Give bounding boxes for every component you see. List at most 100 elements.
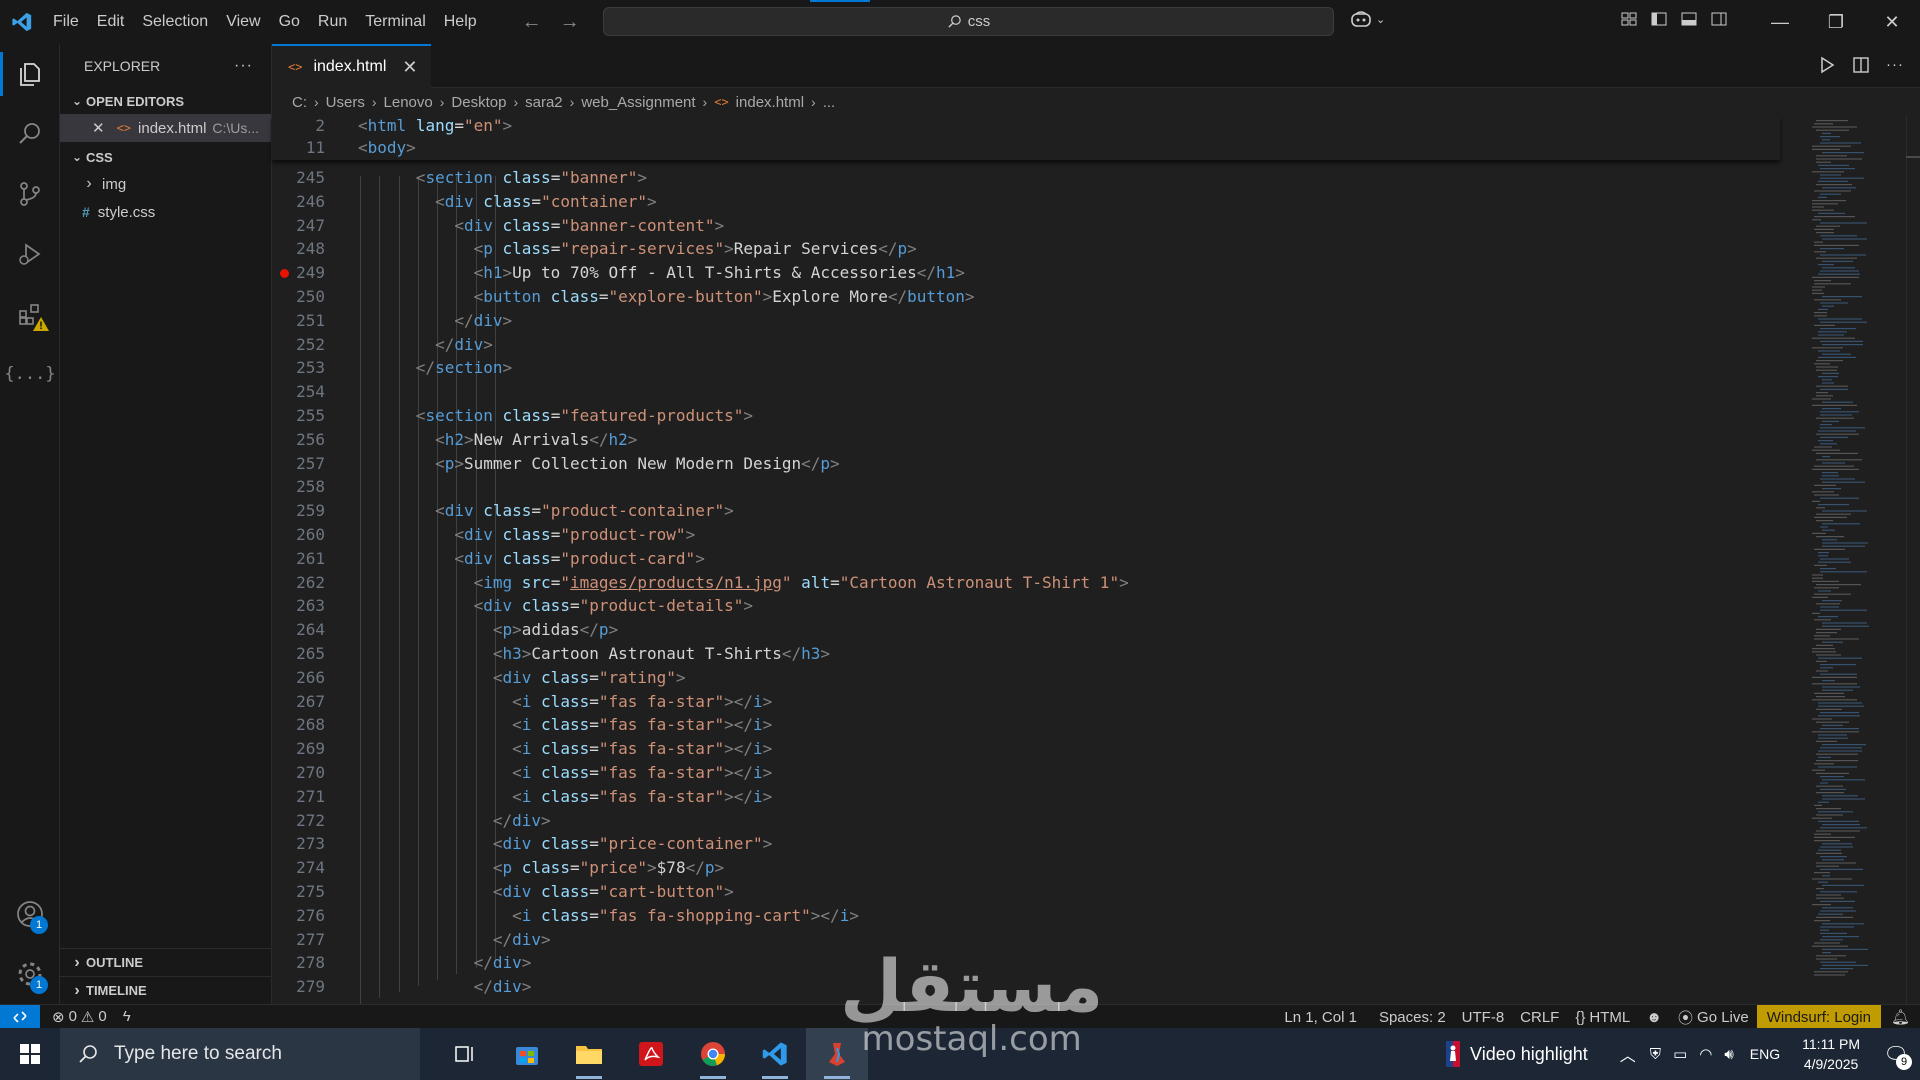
code-line[interactable]: 268 <i class="fas fa-star"></i>: [272, 713, 1780, 737]
minimap[interactable]: [1810, 116, 1902, 1004]
extensions-activity[interactable]: [0, 284, 60, 344]
code-line[interactable]: 266 <div class="rating">: [272, 666, 1780, 690]
language-mode[interactable]: {} HTML: [1567, 1005, 1638, 1029]
battery-icon[interactable]: ▭: [1667, 1045, 1693, 1063]
wifi-icon[interactable]: ◠: [1693, 1045, 1718, 1063]
code-line[interactable]: 247 <div class="banner-content">: [272, 214, 1780, 238]
close-icon[interactable]: ✕: [92, 119, 105, 137]
code-line[interactable]: 267 <i class="fas fa-star"></i>: [272, 690, 1780, 714]
json-activity[interactable]: {...}: [0, 344, 60, 404]
breadcrumb-item[interactable]: C:: [292, 94, 307, 111]
task-view-button[interactable]: [434, 1028, 496, 1080]
code-line[interactable]: 258: [272, 475, 1780, 499]
code-line[interactable]: 270 <i class="fas fa-star"></i>: [272, 761, 1780, 785]
code-line[interactable]: 263 <div class="product-details">: [272, 594, 1780, 618]
tree-item-img-folder[interactable]: › img: [60, 170, 271, 198]
more-actions-icon[interactable]: ···: [234, 57, 253, 75]
code-line[interactable]: 254: [272, 380, 1780, 404]
breadcrumb-item[interactable]: index.html: [736, 94, 804, 111]
close-tab-icon[interactable]: ✕: [402, 57, 417, 78]
menu-item-go[interactable]: Go: [270, 6, 309, 38]
code-line[interactable]: 276 <i class="fas fa-shopping-cart"></i>: [272, 904, 1780, 928]
code-line[interactable]: 255 <section class="featured-products">: [272, 404, 1780, 428]
indentation[interactable]: Spaces: 2: [1371, 1005, 1454, 1029]
code-line[interactable]: 259 <div class="product-container">: [272, 499, 1780, 523]
code-line[interactable]: 272 </div>: [272, 809, 1780, 833]
notification-center-button[interactable]: 🗨︎ 9: [1872, 1028, 1920, 1080]
vertical-scrollbar[interactable]: [1906, 116, 1920, 1004]
start-button[interactable]: [0, 1028, 60, 1080]
code-line[interactable]: 252 </div>: [272, 333, 1780, 357]
code-line[interactable]: 271 <i class="fas fa-star"></i>: [272, 785, 1780, 809]
sticky-scroll-line[interactable]: 2 <html lang="en">: [272, 114, 1780, 138]
code-line[interactable]: 245 <section class="banner">: [272, 166, 1780, 190]
code-line[interactable]: 246 <div class="container">: [272, 190, 1780, 214]
line-ending[interactable]: CRLF: [1512, 1005, 1567, 1029]
open-editors-section[interactable]: ⌄ OPEN EDITORS: [60, 88, 271, 114]
command-center-search[interactable]: css: [603, 7, 1334, 36]
forward-arrow-icon[interactable]: →: [560, 11, 580, 34]
breadcrumb-item[interactable]: Desktop: [451, 94, 506, 111]
go-live-button[interactable]: ⦿ Go Live: [1670, 1005, 1757, 1029]
taskbar-search[interactable]: Type here to search: [60, 1028, 420, 1080]
code-line[interactable]: 264 <p>adidas</p>: [272, 618, 1780, 642]
code-line[interactable]: 273 <div class="price-container">: [272, 832, 1780, 856]
clock[interactable]: 11:11 PM 4/9/2025: [1790, 1034, 1872, 1074]
cursor-position[interactable]: Ln 1, Col 1: [1276, 1005, 1365, 1029]
menu-item-help[interactable]: Help: [435, 6, 486, 38]
toggle-primary-sidebar-icon[interactable]: [1650, 10, 1668, 28]
explorer-activity[interactable]: [0, 44, 60, 104]
encoding[interactable]: UTF-8: [1454, 1005, 1513, 1029]
source-control-activity[interactable]: [0, 164, 60, 224]
menu-item-selection[interactable]: Selection: [133, 6, 217, 38]
remote-indicator[interactable]: [0, 1004, 40, 1029]
chevron-up-icon[interactable]: ︿: [1612, 1042, 1644, 1066]
split-editor-icon[interactable]: [1852, 56, 1870, 74]
code-line[interactable]: 265 <h3>Cartoon Astronaut T-Shirts</h3>: [272, 642, 1780, 666]
acrobat-app[interactable]: [620, 1028, 682, 1080]
outline-section[interactable]: › OUTLINE: [60, 948, 272, 976]
tab-index-html[interactable]: <> index.html ✕: [272, 44, 432, 88]
menu-item-edit[interactable]: Edit: [88, 6, 134, 38]
code-line[interactable]: 250 <button class="explore-button">Explo…: [272, 285, 1780, 309]
code-line[interactable]: 261 <div class="product-card">: [272, 547, 1780, 571]
breadcrumb-item[interactable]: sara2: [525, 94, 563, 111]
notifications-bell[interactable]: 🔔︎: [1881, 1005, 1920, 1029]
run-debug-activity[interactable]: [0, 224, 60, 284]
copilot-status[interactable]: ☻: [1638, 1005, 1670, 1029]
open-editor-item[interactable]: ✕ <> index.html C:\Us...: [60, 114, 271, 142]
chrome-app[interactable]: [682, 1028, 744, 1080]
windsurf-login-button[interactable]: Windsurf: Login: [1756, 1005, 1881, 1029]
folder-section[interactable]: ⌄ CSS: [60, 144, 271, 170]
volume-icon[interactable]: 🔊︎: [1718, 1046, 1739, 1063]
code-line[interactable]: 269 <i class="fas fa-star"></i>: [272, 737, 1780, 761]
copilot-button[interactable]: ⌄: [1350, 10, 1385, 28]
language-indicator[interactable]: ENG: [1740, 1046, 1790, 1062]
scrollbar-thumb[interactable]: [1906, 156, 1920, 158]
manage-activity[interactable]: 1: [0, 944, 60, 1004]
menu-item-terminal[interactable]: Terminal: [356, 6, 434, 38]
code-editor[interactable]: 2 <html lang="en"> 11 <body> 245 <section cl…: [272, 116, 1902, 1004]
video-highlight-widget[interactable]: Video highlight: [1438, 1041, 1612, 1067]
file-explorer-app[interactable]: [558, 1028, 620, 1080]
search-activity[interactable]: [0, 104, 60, 164]
code-line[interactable]: 249 <h1>Up to 70% Off - All T-Shirts & A…: [272, 261, 1780, 285]
code-line[interactable]: 257 <p>Summer Collection New Modern Desi…: [272, 452, 1780, 476]
microsoft-store-app[interactable]: [496, 1028, 558, 1080]
breadcrumb-item[interactable]: ...: [823, 94, 836, 111]
toggle-panel-icon[interactable]: [1680, 10, 1698, 28]
ports-indicator[interactable]: ϟ: [115, 1005, 139, 1029]
vscode-app[interactable]: [744, 1028, 806, 1080]
restore-button[interactable]: ❐: [1808, 0, 1864, 44]
defender-icon[interactable]: ⛨: [1644, 1046, 1667, 1063]
code-line[interactable]: 251 </div>: [272, 309, 1780, 333]
breadcrumb-item[interactable]: Lenovo: [384, 94, 433, 111]
problems-indicator[interactable]: ⊗ 0 ⚠ 0: [44, 1005, 115, 1029]
code-line[interactable]: 248 <p class="repair-services">Repair Se…: [272, 237, 1780, 261]
breadcrumb-item[interactable]: web_Assignment: [581, 94, 695, 111]
sticky-scroll-line[interactable]: 11 <body>: [272, 136, 1780, 160]
breadcrumb-item[interactable]: Users: [326, 94, 365, 111]
more-actions-icon[interactable]: ···: [1886, 56, 1904, 74]
code-line[interactable]: 260 <div class="product-row">: [272, 523, 1780, 547]
toggle-secondary-sidebar-icon[interactable]: [1710, 10, 1728, 28]
